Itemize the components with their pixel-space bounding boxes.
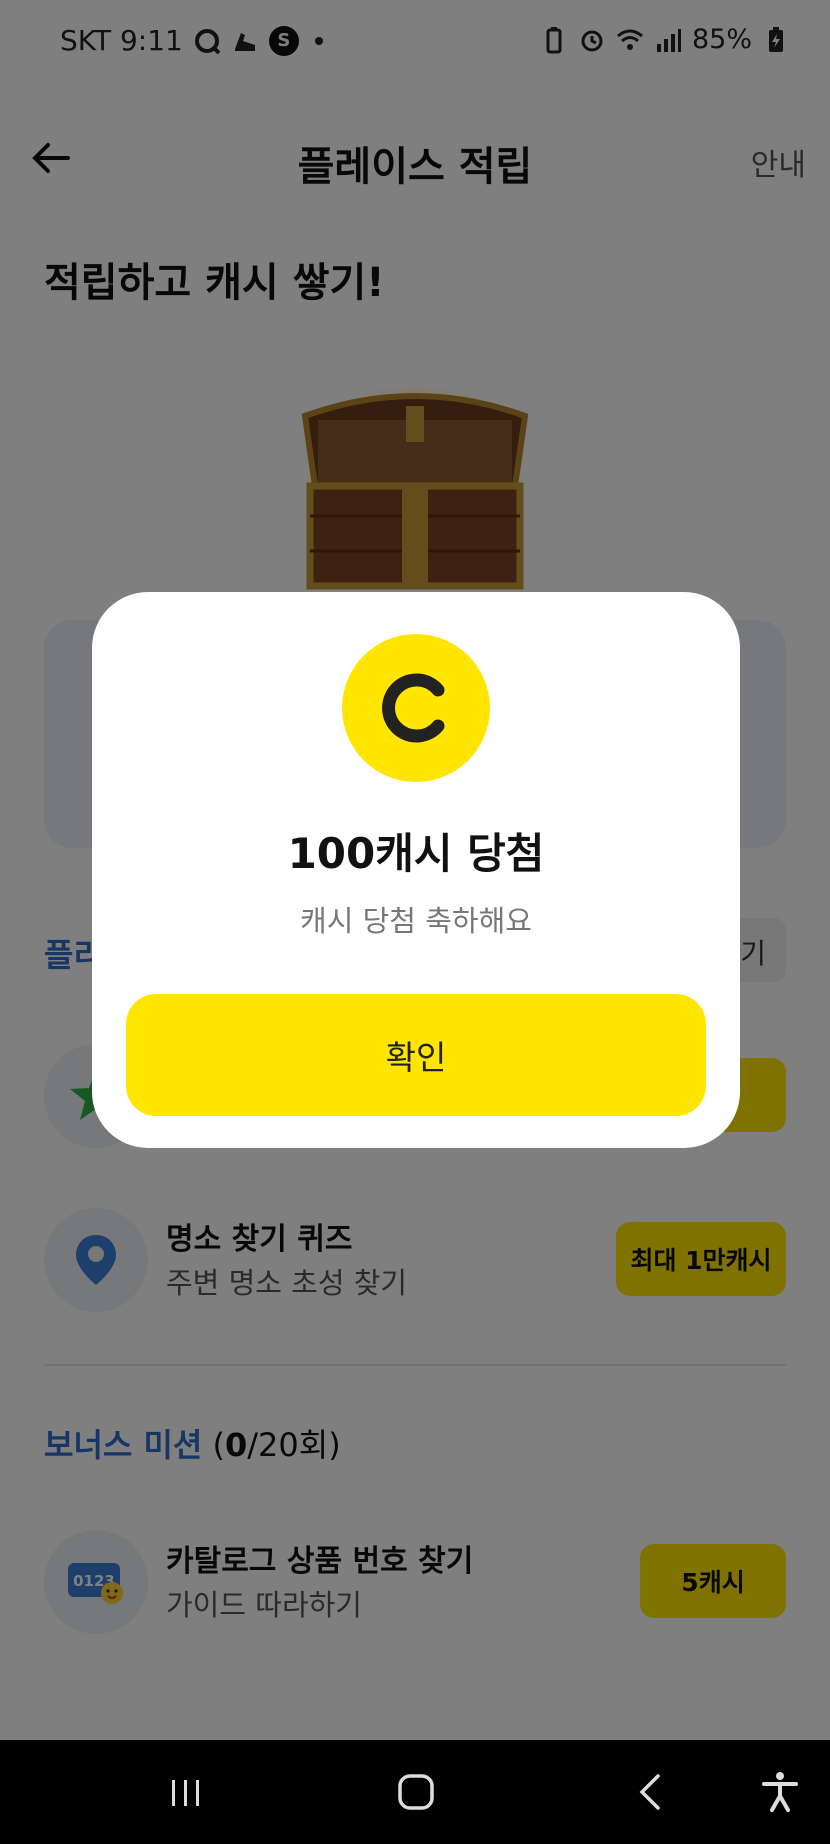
screen: SKT 9:11 S 85% 플레이스 적립 안내 적립하고 캐시 쌓기! xyxy=(0,0,830,1844)
chevron-left-icon xyxy=(639,1774,660,1810)
accessibility-icon xyxy=(762,1772,798,1812)
accessibility-button[interactable] xyxy=(752,1764,808,1820)
coin-letter-icon xyxy=(382,673,445,743)
recent-apps-icon xyxy=(172,1780,199,1806)
dialog-title: 100캐시 당첨 xyxy=(287,829,545,878)
back-nav-button[interactable] xyxy=(622,1764,678,1820)
dialog-subtitle: 캐시 당첨 축하해요 xyxy=(300,904,532,938)
home-button[interactable] xyxy=(388,1764,444,1820)
cash-coin-icon xyxy=(342,634,490,782)
confirm-button[interactable]: 확인 xyxy=(126,994,706,1116)
recent-apps-button[interactable] xyxy=(158,1764,214,1820)
home-icon xyxy=(398,1774,434,1810)
reward-dialog: 100캐시 당첨 캐시 당첨 축하해요 확인 xyxy=(92,592,740,1148)
system-nav-bar xyxy=(0,1740,830,1844)
